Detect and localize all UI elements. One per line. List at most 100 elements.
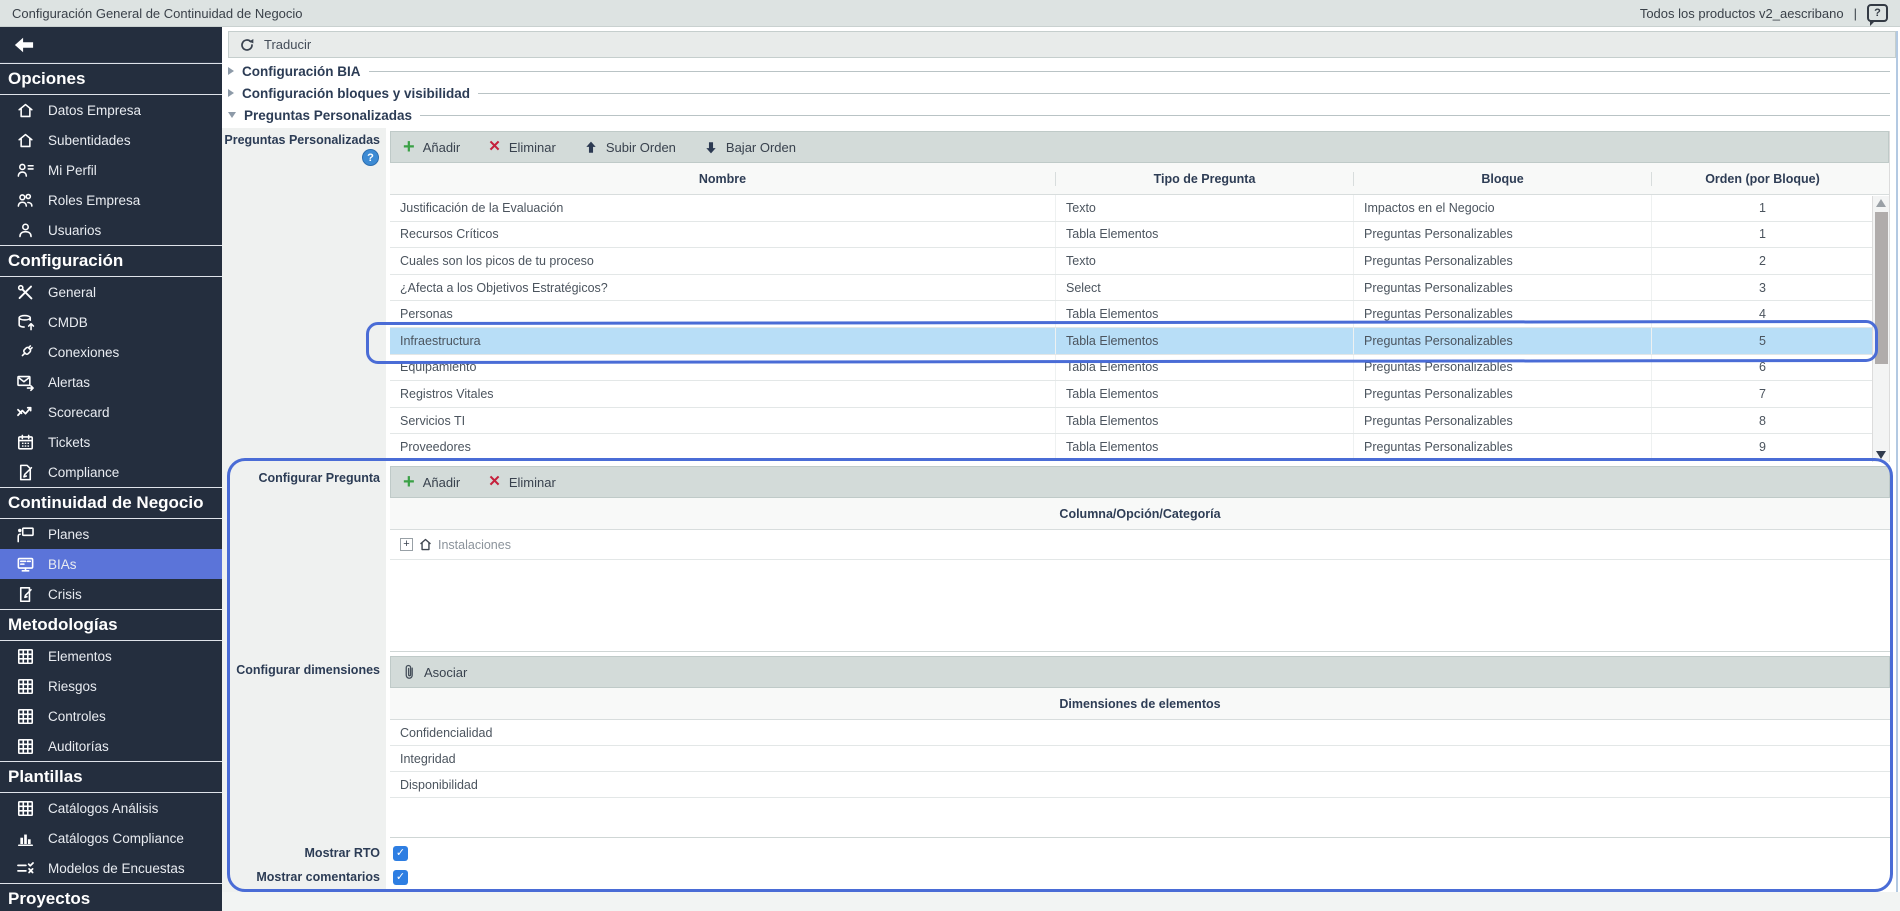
add-button[interactable]: +Añadir [403, 140, 460, 155]
sidebar-item-bias[interactable]: BIAs [0, 549, 222, 579]
delete-label: Eliminar [509, 475, 556, 490]
sidebar-item-roles-empresa[interactable]: Roles Empresa [0, 185, 222, 215]
sidebar-item-scorecard[interactable]: Scorecard [0, 397, 222, 427]
cell-tipo: Tabla Elementos [1056, 328, 1354, 354]
sidebar-section-proyectos: Proyectos [0, 883, 222, 911]
table-row[interactable]: Justificación de la Evaluación Texto Imp… [390, 195, 1889, 222]
app-window: Configuración General de Continuidad de … [0, 0, 1900, 911]
section-rule [369, 71, 1891, 72]
sidebar-item-mi-perfil[interactable]: Mi Perfil [0, 155, 222, 185]
table-row[interactable]: Servicios TI Tabla Elementos Preguntas P… [390, 408, 1889, 435]
sidebar-item-compliance[interactable]: Compliance [0, 457, 222, 487]
sidebar-item-auditorias[interactable]: Auditorías [0, 731, 222, 761]
top-bar: Configuración General de Continuidad de … [0, 0, 1900, 27]
survey-icon [16, 859, 35, 878]
column-header-nombre[interactable]: Nombre [390, 172, 1056, 186]
section-configuracion-bia[interactable]: Configuración BIA [228, 60, 1894, 82]
delete-button[interactable]: ✕Eliminar [488, 140, 556, 155]
sidebar-item-label: Tickets [48, 435, 90, 450]
top-bar-right: Todos los productos v2_aescribano | ? [1640, 4, 1888, 22]
cell-orden: 8 [1652, 408, 1873, 434]
add-button[interactable]: +Añadir [403, 475, 460, 490]
section-configuracion-bloques[interactable]: Configuración bloques y visibilidad [228, 82, 1894, 104]
mostrar-rto-checkbox[interactable]: ✓ [393, 846, 408, 861]
move-up-button[interactable]: Subir Orden [584, 140, 676, 155]
column-header-bloque[interactable]: Bloque [1354, 172, 1652, 186]
table-row[interactable]: ¿Afecta a los Objetivos Estratégicos? Se… [390, 275, 1889, 302]
grid-icon [16, 737, 35, 756]
help-bubble-icon[interactable]: ? [1867, 4, 1888, 22]
section-preguntas-personalizadas[interactable]: Preguntas Personalizadas [228, 104, 1894, 126]
tree-item-instalaciones[interactable]: + Instalaciones [390, 530, 1890, 560]
table-row[interactable]: Equipamiento Tabla Elementos Preguntas P… [390, 355, 1889, 382]
sidebar-item-label: Catálogos Análisis [48, 801, 158, 816]
preguntas-table: +Añadir ✕Eliminar Subir Orden Bajar Orde… [390, 131, 1890, 462]
sidebar-item-label: Scorecard [48, 405, 110, 420]
cell-tipo: Select [1056, 275, 1354, 301]
sidebar-item-riesgos[interactable]: Riesgos [0, 671, 222, 701]
sidebar-item-label: Roles Empresa [48, 193, 140, 208]
sidebar-item-alertas[interactable]: Alertas [0, 367, 222, 397]
cell-tipo: Texto [1056, 248, 1354, 274]
list-item[interactable]: Disponibilidad [390, 772, 1890, 798]
sidebar-item-controles[interactable]: Controles [0, 701, 222, 731]
cell-tipo: Tabla Elementos [1056, 301, 1354, 327]
sidebar-item-catalogos-analisis[interactable]: Catálogos Análisis [0, 793, 222, 823]
cell-orden: 2 [1652, 248, 1873, 274]
column-header-tipo[interactable]: Tipo de Pregunta [1056, 172, 1354, 186]
table-row[interactable]: Cuales son los picos de tu proceso Texto… [390, 248, 1889, 275]
tree-item-label: Instalaciones [438, 538, 511, 552]
cell-orden: 4 [1652, 301, 1873, 327]
home-icon [16, 131, 35, 150]
section-label: Preguntas Personalizadas [244, 108, 412, 123]
translate-button[interactable]: Traducir [228, 31, 1896, 58]
table-row-selected[interactable]: Infraestructura Tabla Elementos Pregunta… [390, 328, 1889, 355]
table-row[interactable]: Registros Vitales Tabla Elementos Pregun… [390, 381, 1889, 408]
check-icon: ✓ [396, 871, 405, 883]
column-header-orden[interactable]: Orden (por Bloque) [1652, 172, 1873, 186]
associate-button[interactable]: Asociar [403, 663, 467, 681]
people-icon [16, 191, 35, 210]
sidebar-item-general[interactable]: General [0, 277, 222, 307]
mostrar-comentarios-checkbox[interactable]: ✓ [393, 870, 408, 885]
monitor-icon [16, 555, 35, 574]
sidebar-item-crisis[interactable]: Crisis [0, 579, 222, 609]
configurar-dimensiones-label: Configurar dimensiones [222, 663, 380, 677]
scroll-up-icon[interactable] [1876, 199, 1886, 207]
table-row[interactable]: Personas Tabla Elementos Preguntas Perso… [390, 301, 1889, 328]
scrollbar-thumb[interactable] [1875, 212, 1888, 364]
sidebar-item-datos-empresa[interactable]: Datos Empresa [0, 95, 222, 125]
sidebar-back-button[interactable] [0, 27, 222, 63]
move-down-button[interactable]: Bajar Orden [704, 140, 796, 155]
scroll-down-icon[interactable] [1876, 451, 1886, 459]
table-row[interactable]: Recursos Críticos Tabla Elementos Pregun… [390, 222, 1889, 249]
cell-bloque: Preguntas Personalizables [1354, 222, 1652, 248]
cell-nombre: Justificación de la Evaluación [390, 195, 1056, 221]
sidebar-item-modelos-encuestas[interactable]: Modelos de Encuestas [0, 853, 222, 883]
sidebar-item-subentidades[interactable]: Subentidades [0, 125, 222, 155]
sidebar-item-conexiones[interactable]: Conexiones [0, 337, 222, 367]
sidebar-section-continuidad: Continuidad de Negocio [0, 487, 222, 519]
table-row[interactable]: Proveedores Tabla Elementos Preguntas Pe… [390, 434, 1889, 461]
table-scrollbar[interactable] [1872, 196, 1889, 462]
cell-orden: 6 [1652, 355, 1873, 381]
sidebar-item-usuarios[interactable]: Usuarios [0, 215, 222, 245]
sidebar-item-tickets[interactable]: Tickets [0, 427, 222, 457]
list-item[interactable]: Integridad [390, 746, 1890, 772]
sidebar-item-elementos[interactable]: Elementos [0, 641, 222, 671]
products-label[interactable]: Todos los productos v2_aescribano [1640, 6, 1844, 21]
sidebar-item-label: CMDB [48, 315, 88, 330]
section-rule [420, 115, 1890, 116]
chevron-right-icon [228, 67, 234, 75]
list-item[interactable]: Confidencialidad [390, 720, 1890, 746]
sidebar-item-cmdb[interactable]: CMDB [0, 307, 222, 337]
sidebar-item-label: Riesgos [48, 679, 97, 694]
sidebar-item-planes[interactable]: Planes [0, 519, 222, 549]
associate-label: Asociar [424, 665, 467, 680]
field-help-icon[interactable]: ? [362, 149, 379, 166]
expand-icon[interactable]: + [400, 538, 413, 551]
sidebar-item-catalogos-compliance[interactable]: Catálogos Compliance [0, 823, 222, 853]
delete-button[interactable]: ✕Eliminar [488, 475, 556, 490]
sidebar-item-label: Datos Empresa [48, 103, 141, 118]
cell-bloque: Preguntas Personalizables [1354, 381, 1652, 407]
